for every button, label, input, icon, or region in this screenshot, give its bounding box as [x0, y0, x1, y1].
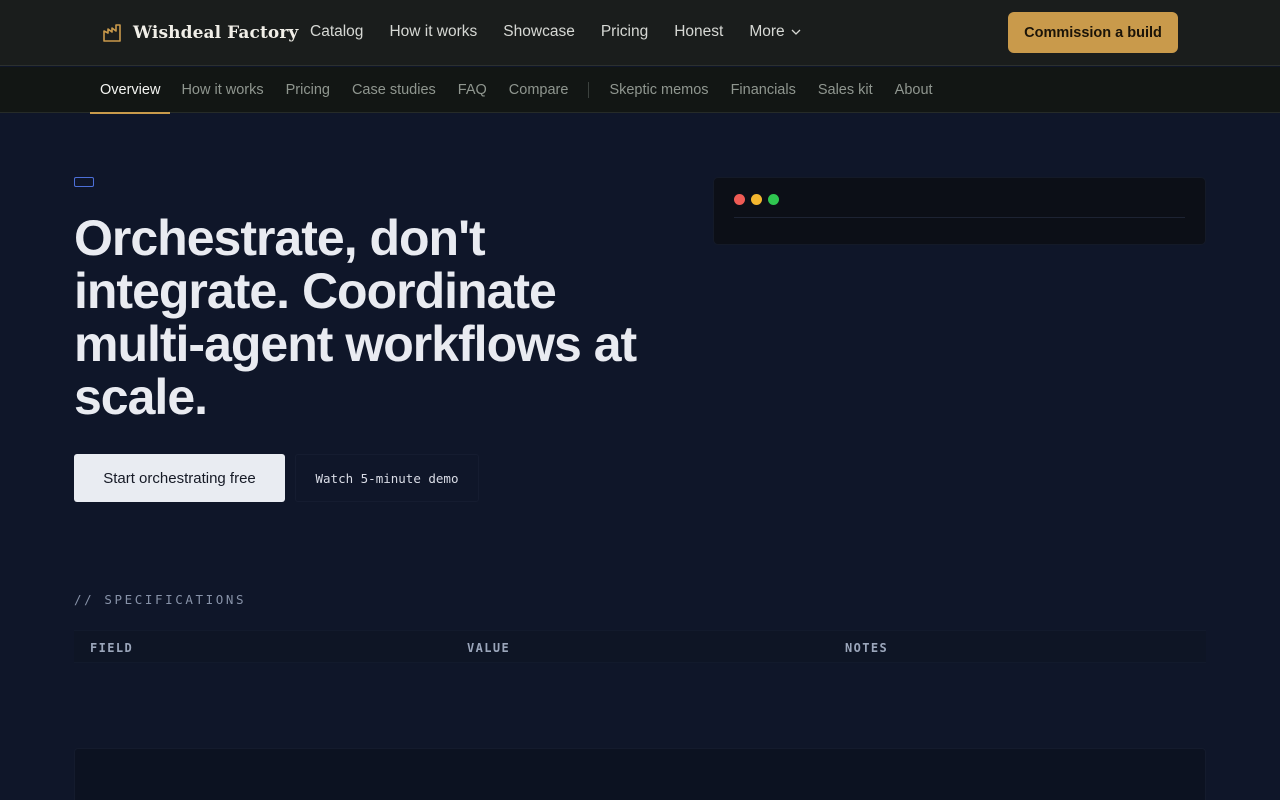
content-panel [74, 748, 1206, 800]
subtab-about[interactable]: About [884, 67, 944, 113]
column-header-field: FIELD [90, 641, 134, 655]
eyebrow-badge [74, 177, 94, 187]
terminal-window [713, 177, 1206, 245]
column-header-value: VALUE [467, 641, 511, 655]
specifications-heading: // SPECIFICATIONS [74, 592, 247, 607]
nav-link-catalog[interactable]: Catalog [310, 23, 363, 41]
column-header-notes: NOTES [845, 641, 889, 655]
terminal-divider [734, 217, 1185, 218]
subtab-pricing[interactable]: Pricing [275, 67, 341, 113]
nav-link-honest[interactable]: Honest [674, 23, 723, 41]
subtab-how-it-works[interactable]: How it works [170, 67, 274, 113]
brand-name: Wishdeal Factory [133, 23, 299, 43]
nav-link-how-it-works[interactable]: How it works [389, 23, 477, 41]
chevron-down-icon [791, 29, 801, 35]
top-navigation-bar: Wishdeal Factory Catalog How it works Sh… [0, 0, 1280, 66]
subtab-financials[interactable]: Financials [720, 67, 807, 113]
primary-nav: Catalog How it works Showcase Pricing Ho… [310, 22, 827, 42]
specifications-table-header: FIELD VALUE NOTES [74, 630, 1206, 663]
nav-link-showcase[interactable]: Showcase [503, 23, 575, 41]
subtab-faq[interactable]: FAQ [447, 67, 498, 113]
subnav-divider [588, 82, 590, 98]
commission-build-button[interactable]: Commission a build [1008, 12, 1178, 53]
nav-more-label: More [749, 23, 785, 40]
subtab-compare[interactable]: Compare [498, 67, 580, 113]
start-orchestrating-button[interactable]: Start orchestrating free [74, 454, 285, 502]
subtab-sales-kit[interactable]: Sales kit [807, 67, 884, 113]
hero-title: Orchestrate, don't integrate. Coordinate… [74, 210, 637, 425]
subtab-skeptic-memos[interactable]: Skeptic memos [598, 67, 719, 113]
watch-demo-button[interactable]: Watch 5-minute demo [295, 454, 479, 502]
factory-icon [103, 24, 121, 42]
nav-more-dropdown[interactable]: More [749, 23, 801, 41]
brand-logo[interactable]: Wishdeal Factory [103, 20, 298, 46]
window-maximize-dot-icon [768, 194, 779, 205]
subtab-case-studies[interactable]: Case studies [341, 67, 447, 113]
window-minimize-dot-icon [751, 194, 762, 205]
window-close-dot-icon [734, 194, 745, 205]
section-subnav: Overview How it works Pricing Case studi… [0, 67, 1280, 114]
nav-link-pricing[interactable]: Pricing [601, 23, 648, 41]
subtab-overview[interactable]: Overview [90, 67, 171, 114]
